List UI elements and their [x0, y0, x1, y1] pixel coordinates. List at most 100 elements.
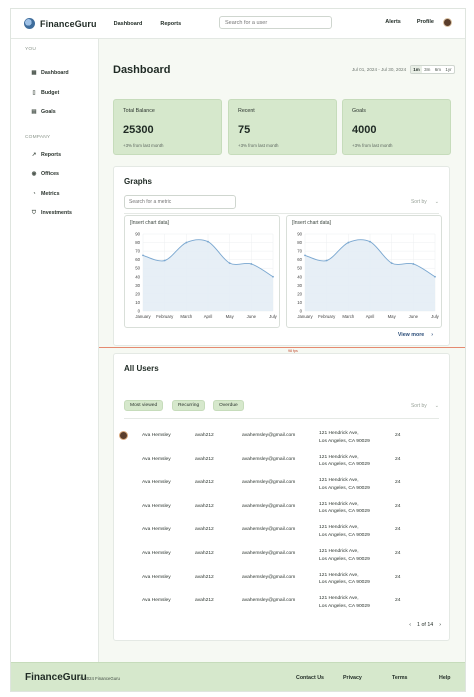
user-email: avahemsley@gmail.com [242, 598, 296, 604]
user-age: 24 [395, 456, 401, 462]
footer-brand[interactable]: FinanceGuru [25, 672, 87, 683]
filter-overdue[interactable]: Overdue [213, 400, 244, 411]
user-age: 24 [395, 503, 401, 509]
user-username: avah212 [195, 433, 214, 438]
sidebar-item-offices[interactable]: ◉ Offices [31, 171, 59, 177]
graphs-sort-dropdown[interactable]: Sort by ⌄ [411, 199, 439, 205]
user-name: Ava Hemsley [142, 433, 171, 438]
address-line-1: 121 Hendrick Ave, [319, 454, 359, 460]
sidebar-section-you: YOU [25, 47, 36, 52]
address-line-2: Los Angeles, CA 90029 [319, 462, 370, 468]
footer-link-privacy[interactable]: Privacy [343, 675, 362, 681]
user-age: 24 [395, 598, 401, 604]
user-username: avah212 [195, 527, 214, 533]
range-1m[interactable]: 1m [411, 66, 422, 73]
user-username: avah212 [195, 598, 214, 604]
sidebar-item-reports[interactable]: ↗ Reports [31, 152, 61, 158]
range-6m[interactable]: 6m [433, 66, 444, 73]
sidebar-item-goals[interactable]: ▤ Goals [31, 109, 55, 115]
y-tick-label: 20 [297, 291, 302, 296]
range-3m[interactable]: 3m [422, 66, 433, 73]
brand[interactable]: FinanceGuru [24, 18, 97, 29]
table-row[interactable]: Ava Hemsley avah212 avahemsley@gmail.com 24… [114, 454, 449, 479]
address-line-2: Los Angeles, CA 90029 [319, 485, 370, 491]
y-tick-label: 30 [135, 283, 140, 288]
nav-reports[interactable]: Reports [160, 21, 181, 27]
y-tick-label: 90 [135, 232, 140, 237]
table-row[interactable]: Ava Hemsley avah212 avahemsley@gmail.com 24… [114, 431, 449, 455]
user-address: 121 Hendrick Ave, Los Angeles, CA 90029 [319, 524, 370, 539]
stat-label: Goals [352, 108, 366, 114]
alerts-link[interactable]: Alerts [385, 19, 401, 25]
brand-name: FinanceGuru [40, 18, 97, 29]
y-tick-label: 40 [135, 274, 140, 279]
table-row[interactable]: Ava Hemsley avah212 avahemsley@gmail.com 24… [114, 595, 449, 620]
address-line-1: 121 Hendrick Ave, [319, 596, 359, 602]
users-sort-dropdown[interactable]: Sort by ⌄ [411, 403, 439, 409]
view-more-link[interactable]: View more › [398, 332, 433, 338]
y-tick-label: 80 [135, 240, 140, 245]
user-address: 121 Hendrick Ave, Los Angeles, CA 90029 [319, 595, 370, 610]
graphs-title: Graphs [124, 177, 153, 186]
user-address: 121 Hendrick Ave, Los Angeles, CA 90029 [319, 501, 370, 516]
filter-recurring[interactable]: Recurring [172, 400, 206, 411]
user-age: 24 [395, 480, 401, 486]
sidebar-item-metrics[interactable]: ◔ Metrics [31, 191, 59, 197]
range-1yr[interactable]: 1yr [443, 66, 454, 73]
address-line-1: 121 Hendrick Ave, [319, 431, 359, 436]
y-tick-label: 90 [297, 232, 302, 237]
top-nav: Dashboard Reports [114, 21, 182, 27]
table-row[interactable]: Ava Hemsley avah212 avahemsley@gmail.com 24… [114, 549, 449, 573]
stat-delta: +3% from last month [123, 143, 164, 148]
prev-page-button[interactable]: ‹ [409, 622, 411, 628]
user-address: 121 Hendrick Ave, Los Angeles, CA 90029 [319, 572, 370, 587]
footer-link-help[interactable]: Help [439, 675, 450, 681]
address-line-1: 121 Hendrick Ave, [319, 572, 359, 578]
x-tick-label: March [180, 314, 193, 319]
address-line-1: 121 Hendrick Ave, [319, 549, 359, 554]
profile-avatar[interactable] [443, 18, 452, 27]
sidebar-item-label: Budget [41, 90, 60, 96]
data-point [185, 241, 188, 244]
sort-label: Sort by [410, 199, 427, 205]
y-tick-label: 80 [297, 240, 302, 245]
fold-divider-line [99, 347, 465, 348]
user-email: avahemsley@gmail.com [242, 527, 296, 533]
calendar-icon: ▤ [31, 109, 37, 115]
data-point [325, 259, 328, 262]
date-range[interactable]: Jul 01, 2024 - Jul 30, 2024 [352, 67, 406, 72]
chevron-right-icon: › [431, 332, 433, 338]
nav-dashboard[interactable]: Dashboard [114, 21, 143, 27]
user-age: 24 [395, 574, 401, 580]
sidebar-item-dashboard[interactable]: ▦ Dashboard [31, 70, 69, 76]
table-row[interactable]: Ava Hemsley avah212 avahemsley@gmail.com 24… [114, 478, 449, 502]
pin-icon: ◉ [31, 171, 37, 177]
profile-link[interactable]: Profile [417, 19, 434, 25]
table-row[interactable]: Ava Hemsley avah212 avahemsley@gmail.com 24… [114, 572, 449, 597]
address-line-2: Los Angeles, CA 90029 [319, 509, 370, 515]
data-point [228, 262, 231, 264]
table-row[interactable]: Ava Hemsley avah212 avahemsley@gmail.com 24… [114, 524, 449, 549]
user-name: Ava Hemsley [142, 598, 171, 604]
sidebar-item-budget[interactable]: ▯ Budget [31, 90, 59, 96]
user-username: avah212 [195, 456, 214, 462]
stat-card-goals: Goals 4000 +3% from last month [342, 99, 451, 155]
address-line-2: Los Angeles, CA 90029 [319, 556, 370, 562]
address-line-1: 121 Hendrick Ave, [319, 478, 359, 484]
address-line-2: Los Angeles, CA 90029 [319, 532, 370, 538]
footer-link-contact[interactable]: Contact Us [296, 675, 324, 681]
table-row[interactable]: Ava Hemsley avah212 avahemsley@gmail.com 24… [114, 501, 449, 526]
sidebar-item-label: Dashboard [41, 70, 69, 76]
next-page-button[interactable]: › [439, 622, 441, 628]
data-point [369, 240, 371, 243]
metric-search-input[interactable] [124, 195, 236, 209]
stat-card-recent: Recent 75 +3% from last month [228, 99, 337, 155]
main-content: Dashboard Jul 01, 2024 - Jul 30, 2024 1m… [99, 39, 465, 662]
sidebar-item-label: Offices [41, 171, 59, 177]
user-search-input[interactable] [219, 16, 332, 29]
footer-link-terms[interactable]: Terms [392, 675, 408, 681]
y-tick-label: 0 [138, 309, 141, 314]
filter-most-viewed[interactable]: Most viewed [124, 400, 164, 411]
address-line-2: Los Angeles, CA 90029 [319, 603, 370, 609]
sidebar-item-investments[interactable]: ⛉ Investments [31, 210, 72, 217]
